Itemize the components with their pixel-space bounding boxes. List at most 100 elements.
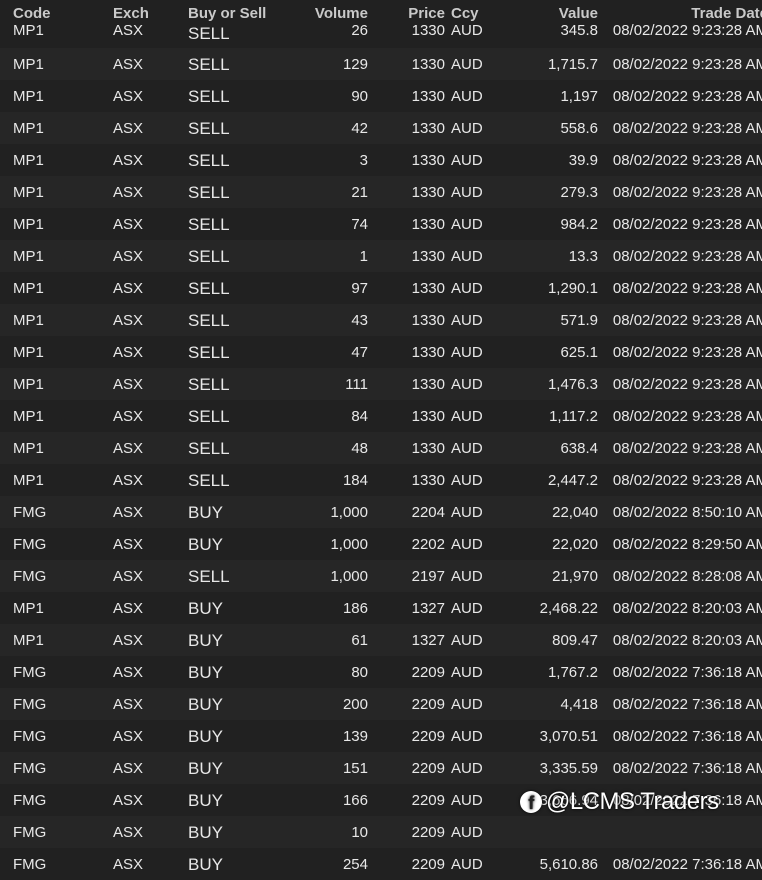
cell-value: 5,610.86 bbox=[491, 848, 598, 880]
table-row[interactable]: MP1 ASX SELL 3 1330 AUD 39.9 08/02/2022 9:23:28… bbox=[0, 144, 762, 176]
cell-value: 22,040 bbox=[491, 496, 598, 528]
table-row[interactable]: FMG ASX SELL 1,000 2197 AUD 21,970 08/02/2022 8… bbox=[0, 560, 762, 592]
cell-volume: 1,000 bbox=[287, 560, 368, 592]
cell-value: 809.47 bbox=[491, 624, 598, 656]
cell-trade-date: 08/02/2022 9:23:28 AM bbox=[598, 464, 762, 496]
table-row[interactable]: FMG ASX BUY 200 2209 AUD 4,418 08/02/2022 7:36:… bbox=[0, 688, 762, 720]
cell-volume: 1 bbox=[287, 240, 368, 272]
cell-ccy: AUD bbox=[445, 464, 491, 496]
cell-exch: ASX bbox=[113, 80, 188, 112]
cell-code: MP1 bbox=[0, 240, 113, 272]
cell-code: MP1 bbox=[0, 432, 113, 464]
cell-trade-date: 08/02/2022 7:36:18 AM bbox=[598, 848, 762, 880]
cell-price: 2209 bbox=[368, 720, 445, 752]
cell-price: 1330 bbox=[368, 368, 445, 400]
cell-code: MP1 bbox=[0, 208, 113, 240]
cell-volume: 48 bbox=[287, 432, 368, 464]
cell-exch: ASX bbox=[113, 272, 188, 304]
cell-volume: 200 bbox=[287, 688, 368, 720]
table-row[interactable]: MP1 ASX SELL 48 1330 AUD 638.4 08/02/2022 9:23:… bbox=[0, 432, 762, 464]
table-row[interactable]: MP1 ASX SELL 43 1330 AUD 571.9 08/02/2022 9:23:… bbox=[0, 304, 762, 336]
table-row[interactable]: FMG ASX BUY 254 2209 AUD 5,610.86 08/02/2022 7:… bbox=[0, 848, 762, 880]
cell-price: 2209 bbox=[368, 656, 445, 688]
cell-volume: 42 bbox=[287, 112, 368, 144]
table-row[interactable]: MP1 ASX SELL 184 1330 AUD 2,447.2 08/02/2022 9:… bbox=[0, 464, 762, 496]
cell-exch: ASX bbox=[113, 688, 188, 720]
cell-ccy: AUD bbox=[445, 784, 491, 816]
cell-value: 1,767.2 bbox=[491, 656, 598, 688]
cell-volume: 184 bbox=[287, 464, 368, 496]
cell-exch: ASX bbox=[113, 624, 188, 656]
cell-ccy: AUD bbox=[445, 720, 491, 752]
column-header-buy-or-sell[interactable]: Buy or Sell bbox=[188, 0, 287, 22]
cell-ccy: AUD bbox=[445, 624, 491, 656]
table-row[interactable]: MP1 ASX SELL 26 1330 AUD 345.8 08/02/2022 9:23:… bbox=[0, 22, 762, 48]
cell-value: 1,197 bbox=[491, 80, 598, 112]
cell-code: FMG bbox=[0, 560, 113, 592]
cell-ccy: AUD bbox=[445, 528, 491, 560]
cell-side: SELL bbox=[188, 400, 287, 432]
cell-code: MP1 bbox=[0, 400, 113, 432]
table-row[interactable]: MP1 ASX SELL 21 1330 AUD 279.3 08/02/2022 9:23:… bbox=[0, 176, 762, 208]
cell-code: MP1 bbox=[0, 272, 113, 304]
cell-price: 1330 bbox=[368, 112, 445, 144]
table-row[interactable]: FMG ASX BUY 1,000 2204 AUD 22,040 08/02/2022 8:… bbox=[0, 496, 762, 528]
cell-ccy: AUD bbox=[445, 112, 491, 144]
cell-code: FMG bbox=[0, 496, 113, 528]
cell-side: SELL bbox=[188, 336, 287, 368]
cell-price: 1327 bbox=[368, 624, 445, 656]
table-row[interactable]: MP1 ASX SELL 74 1330 AUD 984.2 08/02/2022 9:23:… bbox=[0, 208, 762, 240]
table-row[interactable]: MP1 ASX SELL 84 1330 AUD 1,117.2 08/02/2022 9:2… bbox=[0, 400, 762, 432]
cell-volume: 186 bbox=[287, 592, 368, 624]
cell-side: SELL bbox=[188, 368, 287, 400]
column-header-code[interactable]: Code bbox=[0, 0, 113, 22]
table-row[interactable]: FMG ASX BUY 151 2209 AUD 3,335.59 08/02/2022 7:… bbox=[0, 752, 762, 784]
column-header-volume[interactable]: Volume bbox=[287, 0, 368, 22]
cell-price: 2209 bbox=[368, 688, 445, 720]
table-row[interactable]: MP1 ASX SELL 97 1330 AUD 1,290.1 08/02/2022 9:2… bbox=[0, 272, 762, 304]
table-row[interactable]: MP1 ASX SELL 111 1330 AUD 1,476.3 08/02/2022 9:… bbox=[0, 368, 762, 400]
cell-price: 2209 bbox=[368, 816, 445, 848]
table-header-row: Code Exch Buy or Sell Volume Price Ccy V… bbox=[0, 0, 762, 22]
cell-trade-date: 08/02/2022 9:23:28 AM bbox=[598, 48, 762, 80]
table-row[interactable]: MP1 ASX BUY 61 1327 AUD 809.47 08/02/2022 8:20:… bbox=[0, 624, 762, 656]
cell-value: 1,476.3 bbox=[491, 368, 598, 400]
table-row[interactable]: MP1 ASX SELL 90 1330 AUD 1,197 08/02/2022 9:23:… bbox=[0, 80, 762, 112]
cell-code: FMG bbox=[0, 848, 113, 880]
cell-price: 1330 bbox=[368, 80, 445, 112]
table-row[interactable]: MP1 ASX SELL 129 1330 AUD 1,715.7 08/02/2022 9:… bbox=[0, 48, 762, 80]
cell-side: BUY bbox=[188, 720, 287, 752]
table-row[interactable]: FMG ASX BUY 80 2209 AUD 1,767.2 08/02/2022 7:36… bbox=[0, 656, 762, 688]
table-row[interactable]: MP1 ASX BUY 186 1327 AUD 2,468.22 08/02/2022 8:… bbox=[0, 592, 762, 624]
table-row[interactable]: FMG ASX BUY 139 2209 AUD 3,070.51 08/02/2022 7:… bbox=[0, 720, 762, 752]
column-header-price[interactable]: Price bbox=[368, 0, 445, 22]
cell-ccy: AUD bbox=[445, 22, 491, 48]
cell-exch: ASX bbox=[113, 720, 188, 752]
cell-price: 1330 bbox=[368, 176, 445, 208]
cell-code: FMG bbox=[0, 784, 113, 816]
table-row[interactable]: FMG ASX BUY 1,000 2202 AUD 22,020 08/02/2022 8:… bbox=[0, 528, 762, 560]
cell-code: FMG bbox=[0, 656, 113, 688]
table-row[interactable]: FMG ASX BUY 166 2209 AUD 3,666.94 08/02/2022 7:… bbox=[0, 784, 762, 816]
cell-exch: ASX bbox=[113, 112, 188, 144]
column-header-exch[interactable]: Exch bbox=[113, 0, 188, 22]
column-header-value[interactable]: Value bbox=[491, 0, 598, 22]
cell-trade-date: 08/02/2022 9:23:28 AM bbox=[598, 304, 762, 336]
cell-side: SELL bbox=[188, 80, 287, 112]
cell-value: 21,970 bbox=[491, 560, 598, 592]
table-row[interactable]: MP1 ASX SELL 42 1330 AUD 558.6 08/02/2022 9:23:… bbox=[0, 112, 762, 144]
table-row[interactable]: MP1 ASX SELL 47 1330 AUD 625.1 08/02/2022 9:23:… bbox=[0, 336, 762, 368]
cell-volume: 166 bbox=[287, 784, 368, 816]
cell-trade-date: 08/02/2022 8:20:03 AM bbox=[598, 624, 762, 656]
table-row[interactable]: FMG ASX BUY 10 2209 AUD bbox=[0, 816, 762, 848]
cell-side: SELL bbox=[188, 304, 287, 336]
cell-price: 2209 bbox=[368, 784, 445, 816]
cell-trade-date: 08/02/2022 7:36:18 AM bbox=[598, 784, 762, 816]
column-header-trade-date[interactable]: Trade Date bbox=[598, 0, 762, 22]
cell-side: BUY bbox=[188, 848, 287, 880]
trades-table: Code Exch Buy or Sell Volume Price Ccy V… bbox=[0, 0, 762, 880]
table-row[interactable]: MP1 ASX SELL 1 1330 AUD 13.3 08/02/2022 9:23:28… bbox=[0, 240, 762, 272]
column-header-ccy[interactable]: Ccy bbox=[445, 0, 491, 22]
cell-code: MP1 bbox=[0, 22, 113, 48]
cell-trade-date bbox=[598, 816, 762, 848]
